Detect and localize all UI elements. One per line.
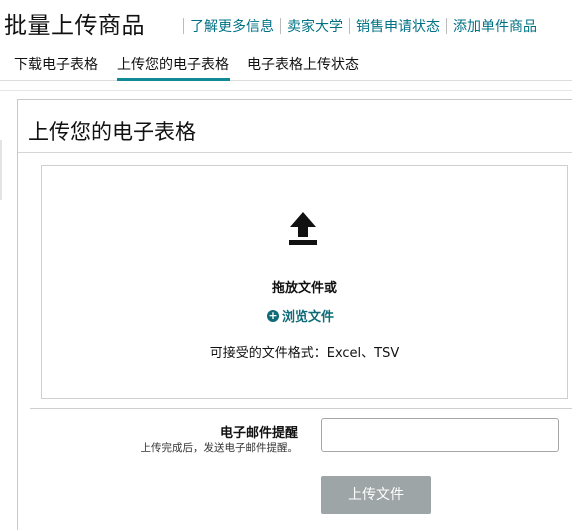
- email-alert-description: 上传完成后，发送电子邮件提醒。: [140, 442, 299, 454]
- upload-panel: 上传您的电子表格 拖放文件或 + 浏览文件 可接受的文件格式：Excel、TSV…: [17, 99, 572, 530]
- panel-title: 上传您的电子表格: [28, 120, 196, 144]
- section-separator: [0, 90, 572, 91]
- file-dropzone[interactable]: 拖放文件或 + 浏览文件 可接受的文件格式：Excel、TSV: [41, 165, 568, 399]
- seller-university-link[interactable]: 卖家大学: [287, 16, 343, 36]
- learn-more-link[interactable]: 了解更多信息: [190, 16, 274, 36]
- tab-download-spreadsheet[interactable]: 下载电子表格: [14, 54, 98, 74]
- email-alert-label: 电子邮件提醒: [219, 426, 298, 441]
- email-field[interactable]: [321, 418, 559, 452]
- drop-instruction: 拖放文件或: [271, 281, 337, 296]
- selling-application-status-link[interactable]: 销售申请状态: [356, 16, 440, 36]
- accepted-formats: 可接受的文件格式：Excel、TSV: [209, 346, 400, 361]
- browse-files-label: 浏览文件: [282, 310, 335, 325]
- link-separator: [280, 18, 281, 34]
- page-title: 批量上传商品: [4, 13, 145, 39]
- tab-upload-spreadsheet[interactable]: 上传您的电子表格: [117, 54, 229, 74]
- browse-files-link[interactable]: + 浏览文件: [267, 306, 334, 325]
- tab-bar: 下载电子表格 上传您的电子表格 电子表格上传状态: [0, 48, 572, 81]
- link-separator: [446, 18, 447, 34]
- plus-circle-icon: +: [267, 308, 279, 322]
- section-divider: [30, 408, 572, 409]
- left-edge-strip: [0, 140, 2, 200]
- panel-divider: [18, 152, 572, 153]
- link-separator: [349, 18, 350, 34]
- upload-icon: [289, 212, 317, 245]
- active-tab-indicator: [117, 78, 230, 81]
- tab-upload-status[interactable]: 电子表格上传状态: [247, 54, 359, 74]
- header-links: 了解更多信息 卖家大学 销售申请状态 添加单件商品: [183, 16, 537, 36]
- page-header: 批量上传商品 了解更多信息 卖家大学 销售申请状态 添加单件商品: [0, 0, 572, 40]
- upload-file-button[interactable]: 上传文件: [321, 476, 431, 514]
- link-separator: [183, 18, 184, 34]
- add-single-product-link[interactable]: 添加单件商品: [453, 16, 537, 36]
